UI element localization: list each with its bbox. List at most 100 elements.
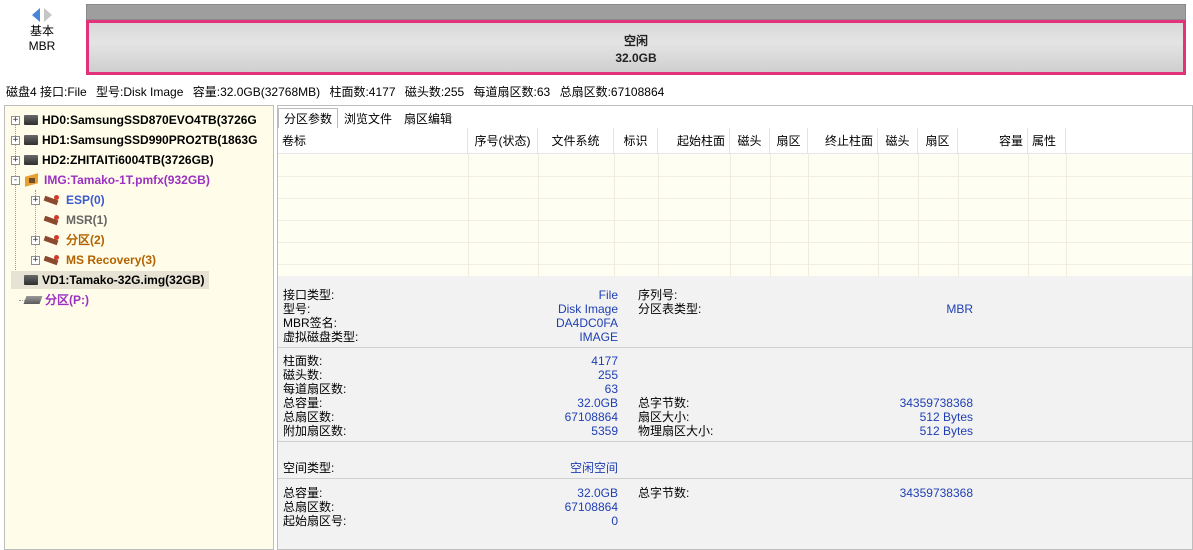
tree-item-label: ESP(0) <box>66 193 105 207</box>
grid-line <box>958 154 959 276</box>
section-divider <box>278 441 1192 442</box>
free-space-block[interactable]: 空闲 32.0GB <box>86 20 1186 75</box>
tree-item-img[interactable]: - IMG:Tamako-1T.pmfx(932GB) <box>11 171 210 189</box>
tree-item-partition-p[interactable]: 分区(P:) <box>23 291 89 309</box>
column-end-head[interactable]: 磁头 <box>878 128 918 154</box>
tree-item-esp[interactable]: + ESP(0) <box>31 191 105 209</box>
grid-line <box>538 154 539 276</box>
column-start-head[interactable]: 磁头 <box>730 128 770 154</box>
tree-item-label: 分区(P:) <box>45 293 89 307</box>
detail-value: 63 <box>604 382 618 396</box>
tab-browse-files[interactable]: 浏览文件 <box>338 108 398 128</box>
detail-value: 0 <box>611 514 618 528</box>
disk-model-info: 型号:Disk Image <box>96 85 184 99</box>
grid-line <box>278 242 1192 243</box>
detail-value: MBR <box>946 302 973 316</box>
detail-key: MBR签名: <box>283 316 338 330</box>
tree-item-label: MS Recovery(3) <box>66 253 157 267</box>
table-header: 卷标 序号(状态) 文件系统 标识 起始柱面 磁头 扇区 终止柱面 磁头 扇区 … <box>278 128 1192 154</box>
column-start-sector[interactable]: 扇区 <box>770 128 808 154</box>
detail-key: 总扇区数: <box>283 500 335 514</box>
tab-partition-params[interactable]: 分区参数 <box>278 108 339 128</box>
detail-key: 柱面数: <box>283 354 323 368</box>
tab-bar: 分区参数 浏览文件 扇区编辑 <box>278 108 458 128</box>
disk-tree-panel[interactable]: + HD0:SamsungSSD870EVO4TB(3726G + HD1:Sa… <box>4 105 274 550</box>
virtual-disk-icon <box>24 275 38 285</box>
detail-value: Disk Image <box>557 302 618 316</box>
grid-line <box>1066 154 1067 276</box>
detail-value: 32.0GB <box>577 486 618 500</box>
free-space-label: 空闲 <box>623 34 648 48</box>
detail-key: 空间类型: <box>283 461 335 475</box>
tab-sector-editor[interactable]: 扇区编辑 <box>398 108 458 128</box>
tree-item-msr[interactable]: MSR(1) <box>31 211 107 229</box>
detail-value: 67108864 <box>564 410 618 424</box>
expand-icon[interactable]: + <box>31 195 40 205</box>
expand-icon[interactable]: + <box>11 135 20 145</box>
partition-icon <box>44 235 62 245</box>
expand-icon[interactable]: + <box>11 115 20 125</box>
detail-key: 总字节数: <box>638 486 690 500</box>
tree-item-hd2[interactable]: + HD2:ZHITAITi6004TB(3726GB) <box>11 151 214 169</box>
column-id[interactable]: 标识 <box>614 128 658 154</box>
detail-key: 扇区大小: <box>638 410 690 424</box>
detail-key: 磁头数: <box>283 368 323 382</box>
section-divider <box>278 347 1192 348</box>
detail-key: 物理扇区大小: <box>638 424 714 438</box>
tree-item-label: HD0:SamsungSSD870EVO4TB(3726G <box>42 113 257 127</box>
tree-item-ms-recovery[interactable]: + MS Recovery(3) <box>31 251 156 269</box>
disk-details-section: 接口类型: File 型号: Disk Image MBR签名: DA4DC0F… <box>278 276 1192 549</box>
detail-key: 起始扇区号: <box>283 514 347 528</box>
detail-value: 512 Bytes <box>919 410 973 424</box>
tree-item-label: MSR(1) <box>66 213 108 227</box>
expand-icon[interactable]: + <box>11 155 20 165</box>
previous-disk-icon[interactable] <box>32 8 40 22</box>
grid-line <box>770 154 771 276</box>
disk-spt-info: 每道扇区数:63 <box>473 85 551 99</box>
detail-value: 4177 <box>591 354 618 368</box>
detail-key: 总容量: <box>283 396 323 410</box>
grid-line <box>1028 154 1029 276</box>
disk-type-label: 基本 <box>29 24 54 38</box>
collapse-icon[interactable]: - <box>11 175 20 185</box>
free-space-size: 32.0GB <box>615 51 657 65</box>
expand-icon[interactable]: + <box>31 235 40 245</box>
detail-value: 34359738368 <box>899 486 973 500</box>
column-file-system[interactable]: 文件系统 <box>538 128 614 154</box>
detail-value: 空闲空间 <box>569 461 618 475</box>
tree-item-vd1[interactable]: VD1:Tamako-32G.img(32GB) <box>11 271 209 289</box>
tree-item-hd0[interactable]: + HD0:SamsungSSD870EVO4TB(3726G <box>11 111 257 129</box>
detail-value: 34359738368 <box>899 396 973 410</box>
detail-key: 型号: <box>283 302 311 316</box>
grid-line <box>468 154 469 276</box>
detail-value: IMAGE <box>579 330 618 344</box>
disk-info-line: 磁盘4 接口:File 型号:Disk Image 容量:32.0GB(3276… <box>6 83 670 99</box>
detail-key: 附加扇区数: <box>283 424 347 438</box>
column-attributes[interactable]: 属性 <box>1028 128 1066 154</box>
column-index-status[interactable]: 序号(状态) <box>468 128 538 154</box>
grid-line <box>730 154 731 276</box>
tree-item-label: HD1:SamsungSSD990PRO2TB(1863G <box>42 133 258 147</box>
column-volume-label[interactable]: 卷标 <box>278 128 468 154</box>
detail-key: 总扇区数: <box>283 410 335 424</box>
hard-disk-icon <box>24 155 38 165</box>
partition-table[interactable]: 卷标 序号(状态) 文件系统 标识 起始柱面 磁头 扇区 终止柱面 磁头 扇区 … <box>278 128 1192 276</box>
column-end-sector[interactable]: 扇区 <box>918 128 958 154</box>
detail-value: File <box>598 288 618 302</box>
detail-value: 32.0GB <box>577 396 618 410</box>
disk-total-sectors-info: 总扇区数:67108864 <box>559 85 665 99</box>
next-disk-icon[interactable] <box>44 8 52 22</box>
partition-icon <box>44 255 62 265</box>
detail-value: DA4DC0FA <box>555 316 618 330</box>
column-end-cylinder[interactable]: 终止柱面 <box>808 128 878 154</box>
detail-value: 67108864 <box>564 500 618 514</box>
column-start-cylinder[interactable]: 起始柱面 <box>658 128 730 154</box>
detail-key: 总字节数: <box>638 396 690 410</box>
grid-line <box>278 264 1192 265</box>
tree-item-hd1[interactable]: + HD1:SamsungSSD990PRO2TB(1863G <box>11 131 257 149</box>
column-capacity[interactable]: 容量 <box>958 128 1028 154</box>
tree-item-partition-2[interactable]: + 分区(2) <box>31 231 105 249</box>
expand-icon[interactable]: + <box>31 255 40 265</box>
